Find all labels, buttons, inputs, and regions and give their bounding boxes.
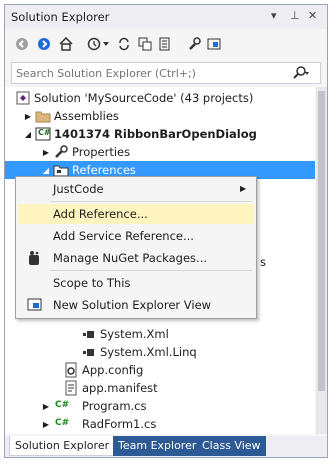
preview-selected-icon[interactable]: [205, 35, 223, 53]
tab-solution-explorer[interactable]: Solution Explorer: [9, 436, 116, 456]
tree-item-label: Program.cs: [82, 399, 147, 413]
wrench-icon: [53, 144, 69, 160]
properties-wrench-icon[interactable]: [185, 35, 203, 53]
menu-item-new-solution-explorer-view[interactable]: New Solution Explorer View: [18, 295, 254, 315]
show-all-files-icon[interactable]: [156, 35, 174, 53]
submenu-arrow-icon: ▶: [240, 184, 247, 193]
manifest-file-icon: [63, 380, 79, 396]
expand-arrow-icon[interactable]: ▶: [23, 110, 33, 122]
menu-separator: [50, 201, 252, 202]
new-view-icon: [27, 297, 43, 316]
bottom-tabs: Solution Explorer Team Explorer Class Vi…: [5, 436, 327, 457]
toolbar: [5, 31, 327, 57]
tree-item-system-xml-linq[interactable]: System.Xml.Linq: [5, 343, 315, 361]
title-bar: Solution Explorer ▾ ⊥ ✕: [5, 5, 327, 29]
expand-arrow-icon[interactable]: ▶: [41, 146, 51, 158]
csharp-file-icon: C#: [55, 400, 70, 410]
tree-item-label: app.manifest: [82, 381, 158, 395]
menu-item-add-service-reference[interactable]: Add Service Reference...: [18, 226, 254, 246]
collapse-arrow-icon[interactable]: ◢: [41, 164, 51, 176]
cs-badge: C#: [38, 128, 51, 137]
tree-item-system-xml[interactable]: System.Xml: [5, 325, 315, 343]
menu-item-scope-to-this[interactable]: Scope to This: [18, 273, 254, 293]
context-menu: JustCode ▶ Add Reference... Add Service …: [15, 176, 257, 319]
tree-item-label: RadForm1.cs: [82, 417, 157, 431]
tree-item-properties[interactable]: ▶ Properties: [5, 143, 315, 161]
scrollbar-thumb[interactable]: [318, 91, 325, 391]
menu-item-justcode[interactable]: JustCode ▶: [18, 179, 254, 199]
menu-separator: [50, 270, 252, 271]
tab-class-view[interactable]: Class View: [197, 436, 266, 456]
config-file-icon: [63, 362, 79, 378]
sync-icon[interactable]: [115, 35, 133, 53]
tree-item-label: App.config: [82, 363, 144, 377]
menu-item-label: Scope to This: [53, 276, 131, 290]
search-input[interactable]: [16, 65, 286, 81]
search-box[interactable]: [11, 62, 321, 84]
menu-item-label: New Solution Explorer View: [53, 298, 212, 312]
tree-item-project[interactable]: ◢ C# 1401374 RibbonBarOpenDialog: [5, 125, 315, 143]
tree-item-solution[interactable]: Solution 'MySourceCode' (43 projects): [5, 89, 315, 107]
close-icon[interactable]: ✕: [308, 9, 317, 22]
search-icon[interactable]: [292, 66, 310, 83]
tree-item-app-manifest[interactable]: app.manifest: [5, 379, 315, 397]
expand-arrow-icon[interactable]: ▶: [41, 418, 51, 430]
home-icon[interactable]: [57, 35, 75, 53]
window-title: Solution Explorer: [11, 10, 110, 24]
tree-item-label: System.Xml: [100, 327, 169, 341]
menu-item-label: Add Service Reference...: [53, 229, 194, 243]
tree-item-label: Solution 'MySourceCode' (43 projects): [34, 91, 254, 105]
chevron-down-icon[interactable]: [101, 35, 111, 53]
menu-item-label: Add Reference...: [53, 207, 148, 221]
tree-item-program-cs[interactable]: ▶ C# Program.cs: [5, 397, 315, 415]
tree-item-label: Properties: [72, 145, 131, 159]
tree-item-label: System.Xml.Linq: [100, 345, 197, 359]
tab-team-explorer[interactable]: Team Explorer: [113, 436, 202, 456]
back-icon[interactable]: [13, 35, 31, 53]
folder-icon: [35, 108, 51, 124]
nuget-icon: [27, 250, 41, 269]
csharp-file-icon: C#: [55, 418, 70, 428]
tree-item-radform-cs[interactable]: ▶ C# RadForm1.cs: [5, 415, 315, 433]
reference-icon: [81, 344, 97, 360]
tree-item-assemblies[interactable]: ▶ Assemblies: [5, 107, 315, 125]
tree-item-label: 1401374 RibbonBarOpenDialog: [54, 127, 257, 141]
collapse-arrow-icon[interactable]: ◢: [23, 128, 33, 140]
vertical-scrollbar[interactable]: [316, 87, 327, 434]
tree-item-label: References: [72, 163, 136, 177]
menu-item-add-reference[interactable]: Add Reference...: [18, 204, 254, 224]
expand-arrow-icon[interactable]: ▶: [41, 400, 51, 412]
pin-icon[interactable]: ⊥: [290, 9, 300, 22]
forward-icon[interactable]: [35, 35, 53, 53]
menu-item-label: Manage NuGet Packages...: [53, 251, 208, 265]
collapse-all-icon[interactable]: [136, 35, 154, 53]
menu-item-label: JustCode: [53, 182, 104, 196]
tree-item-label: s: [260, 255, 266, 269]
menu-item-manage-nuget[interactable]: Manage NuGet Packages...: [18, 248, 254, 268]
tree-item-app-config[interactable]: App.config: [5, 361, 315, 379]
dropdown-icon[interactable]: ▾: [271, 9, 277, 22]
reference-icon: [81, 326, 97, 342]
tree-item-label: Assemblies: [54, 109, 119, 123]
solution-icon: [15, 90, 31, 106]
